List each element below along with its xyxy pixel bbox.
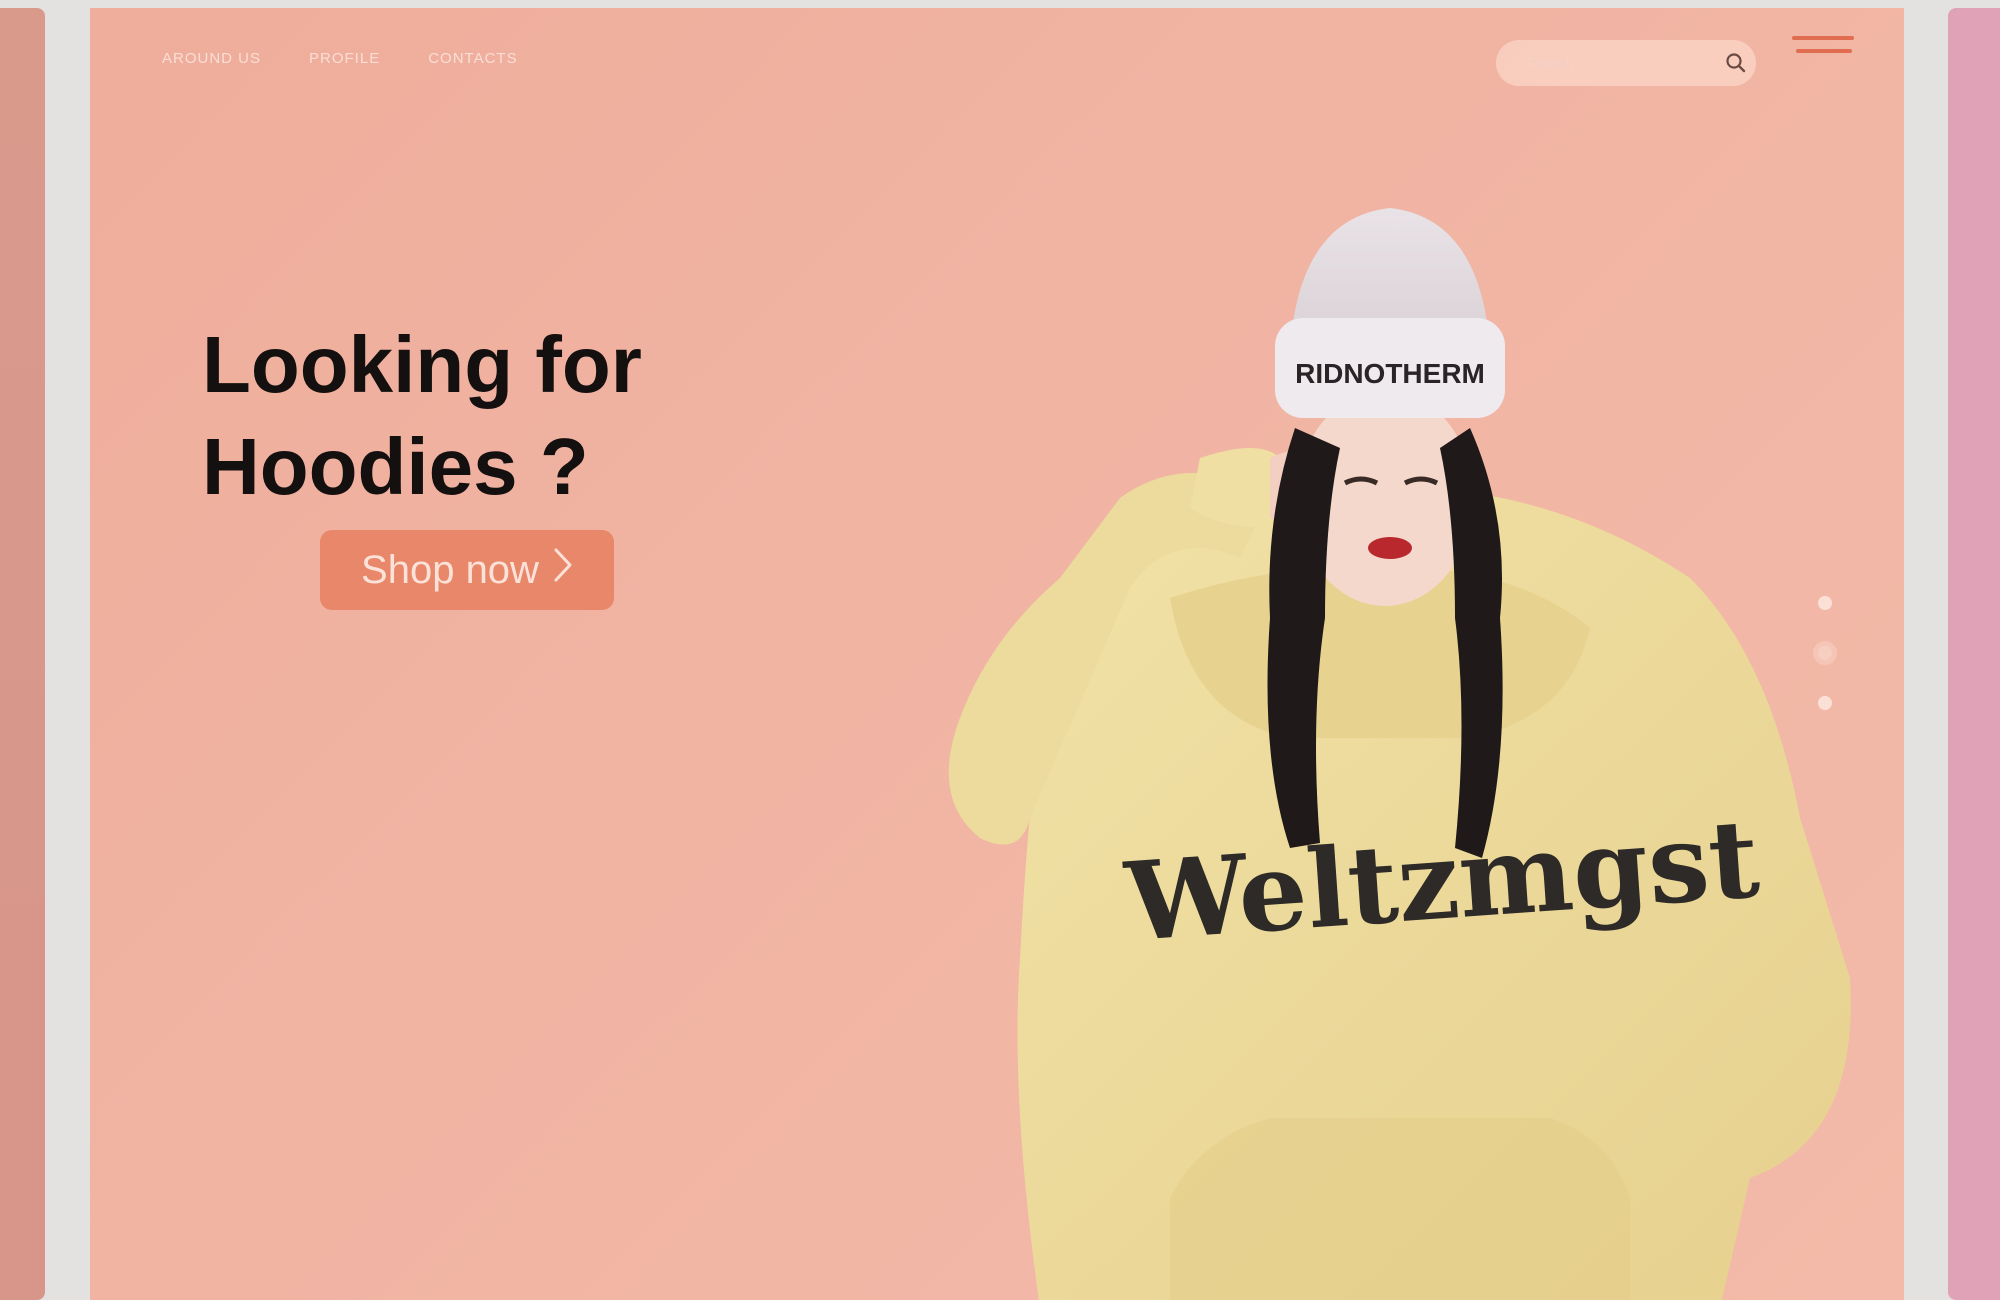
nav-link-contacts[interactable]: CONTACTS — [428, 50, 517, 67]
previous-slide-card[interactable] — [0, 8, 45, 1300]
search-bar — [1496, 40, 1756, 86]
shop-now-button[interactable]: Shop now — [320, 530, 614, 610]
top-nav: AROUND US PROFILE CONTACTS — [162, 50, 518, 67]
hero-headline: Looking for Hoodies ? — [202, 314, 642, 518]
hero-banner: AROUND US PROFILE CONTACTS Looking for H… — [90, 8, 1904, 1300]
next-slide-card[interactable] — [1948, 8, 2000, 1300]
search-input[interactable] — [1526, 54, 1725, 72]
beanie-logo-text: RIDNOTHERM — [1295, 358, 1485, 389]
shop-now-label: Shop now — [361, 547, 539, 592]
chevron-right-icon — [553, 546, 573, 594]
model-photo: RIDNOTHERM Weltzmgst — [948, 208, 1851, 1300]
search-icon[interactable] — [1725, 49, 1747, 77]
carousel-dot-1[interactable] — [1818, 596, 1832, 610]
nav-link-profile[interactable]: PROFILE — [309, 50, 380, 67]
carousel-dot-2[interactable] — [1818, 646, 1832, 660]
nav-link-around-us[interactable]: AROUND US — [162, 50, 261, 67]
carousel-indicators — [1818, 596, 1832, 710]
headline-line-1: Looking for — [202, 320, 642, 409]
carousel-dot-3[interactable] — [1818, 696, 1832, 710]
hamburger-menu-icon[interactable] — [1792, 36, 1856, 72]
headline-line-2: Hoodies ? — [202, 422, 589, 511]
